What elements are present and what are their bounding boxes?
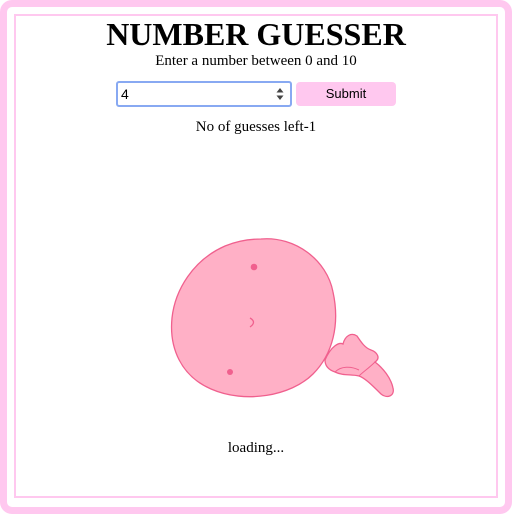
- loading-text: loading...: [227, 440, 285, 456]
- submit-button[interactable]: Submit: [296, 82, 396, 106]
- mascot-eye-bottom: [227, 369, 233, 375]
- instruction-text: Enter a number between 0 and 10: [155, 53, 357, 69]
- mascot-eye-top: [250, 263, 258, 271]
- number-spinner-icon[interactable]: [276, 87, 284, 101]
- guesses-left-text: No of guesses left-1: [195, 119, 317, 135]
- guess-input-value: 4: [121, 86, 129, 102]
- mascot-hand: [324, 333, 394, 398]
- mascot-body: [170, 238, 337, 398]
- pink-blob-mascot: [170, 238, 394, 398]
- page-title: NUMBER GUESSER: [106, 16, 406, 52]
- guess-number-input[interactable]: 4: [116, 81, 292, 107]
